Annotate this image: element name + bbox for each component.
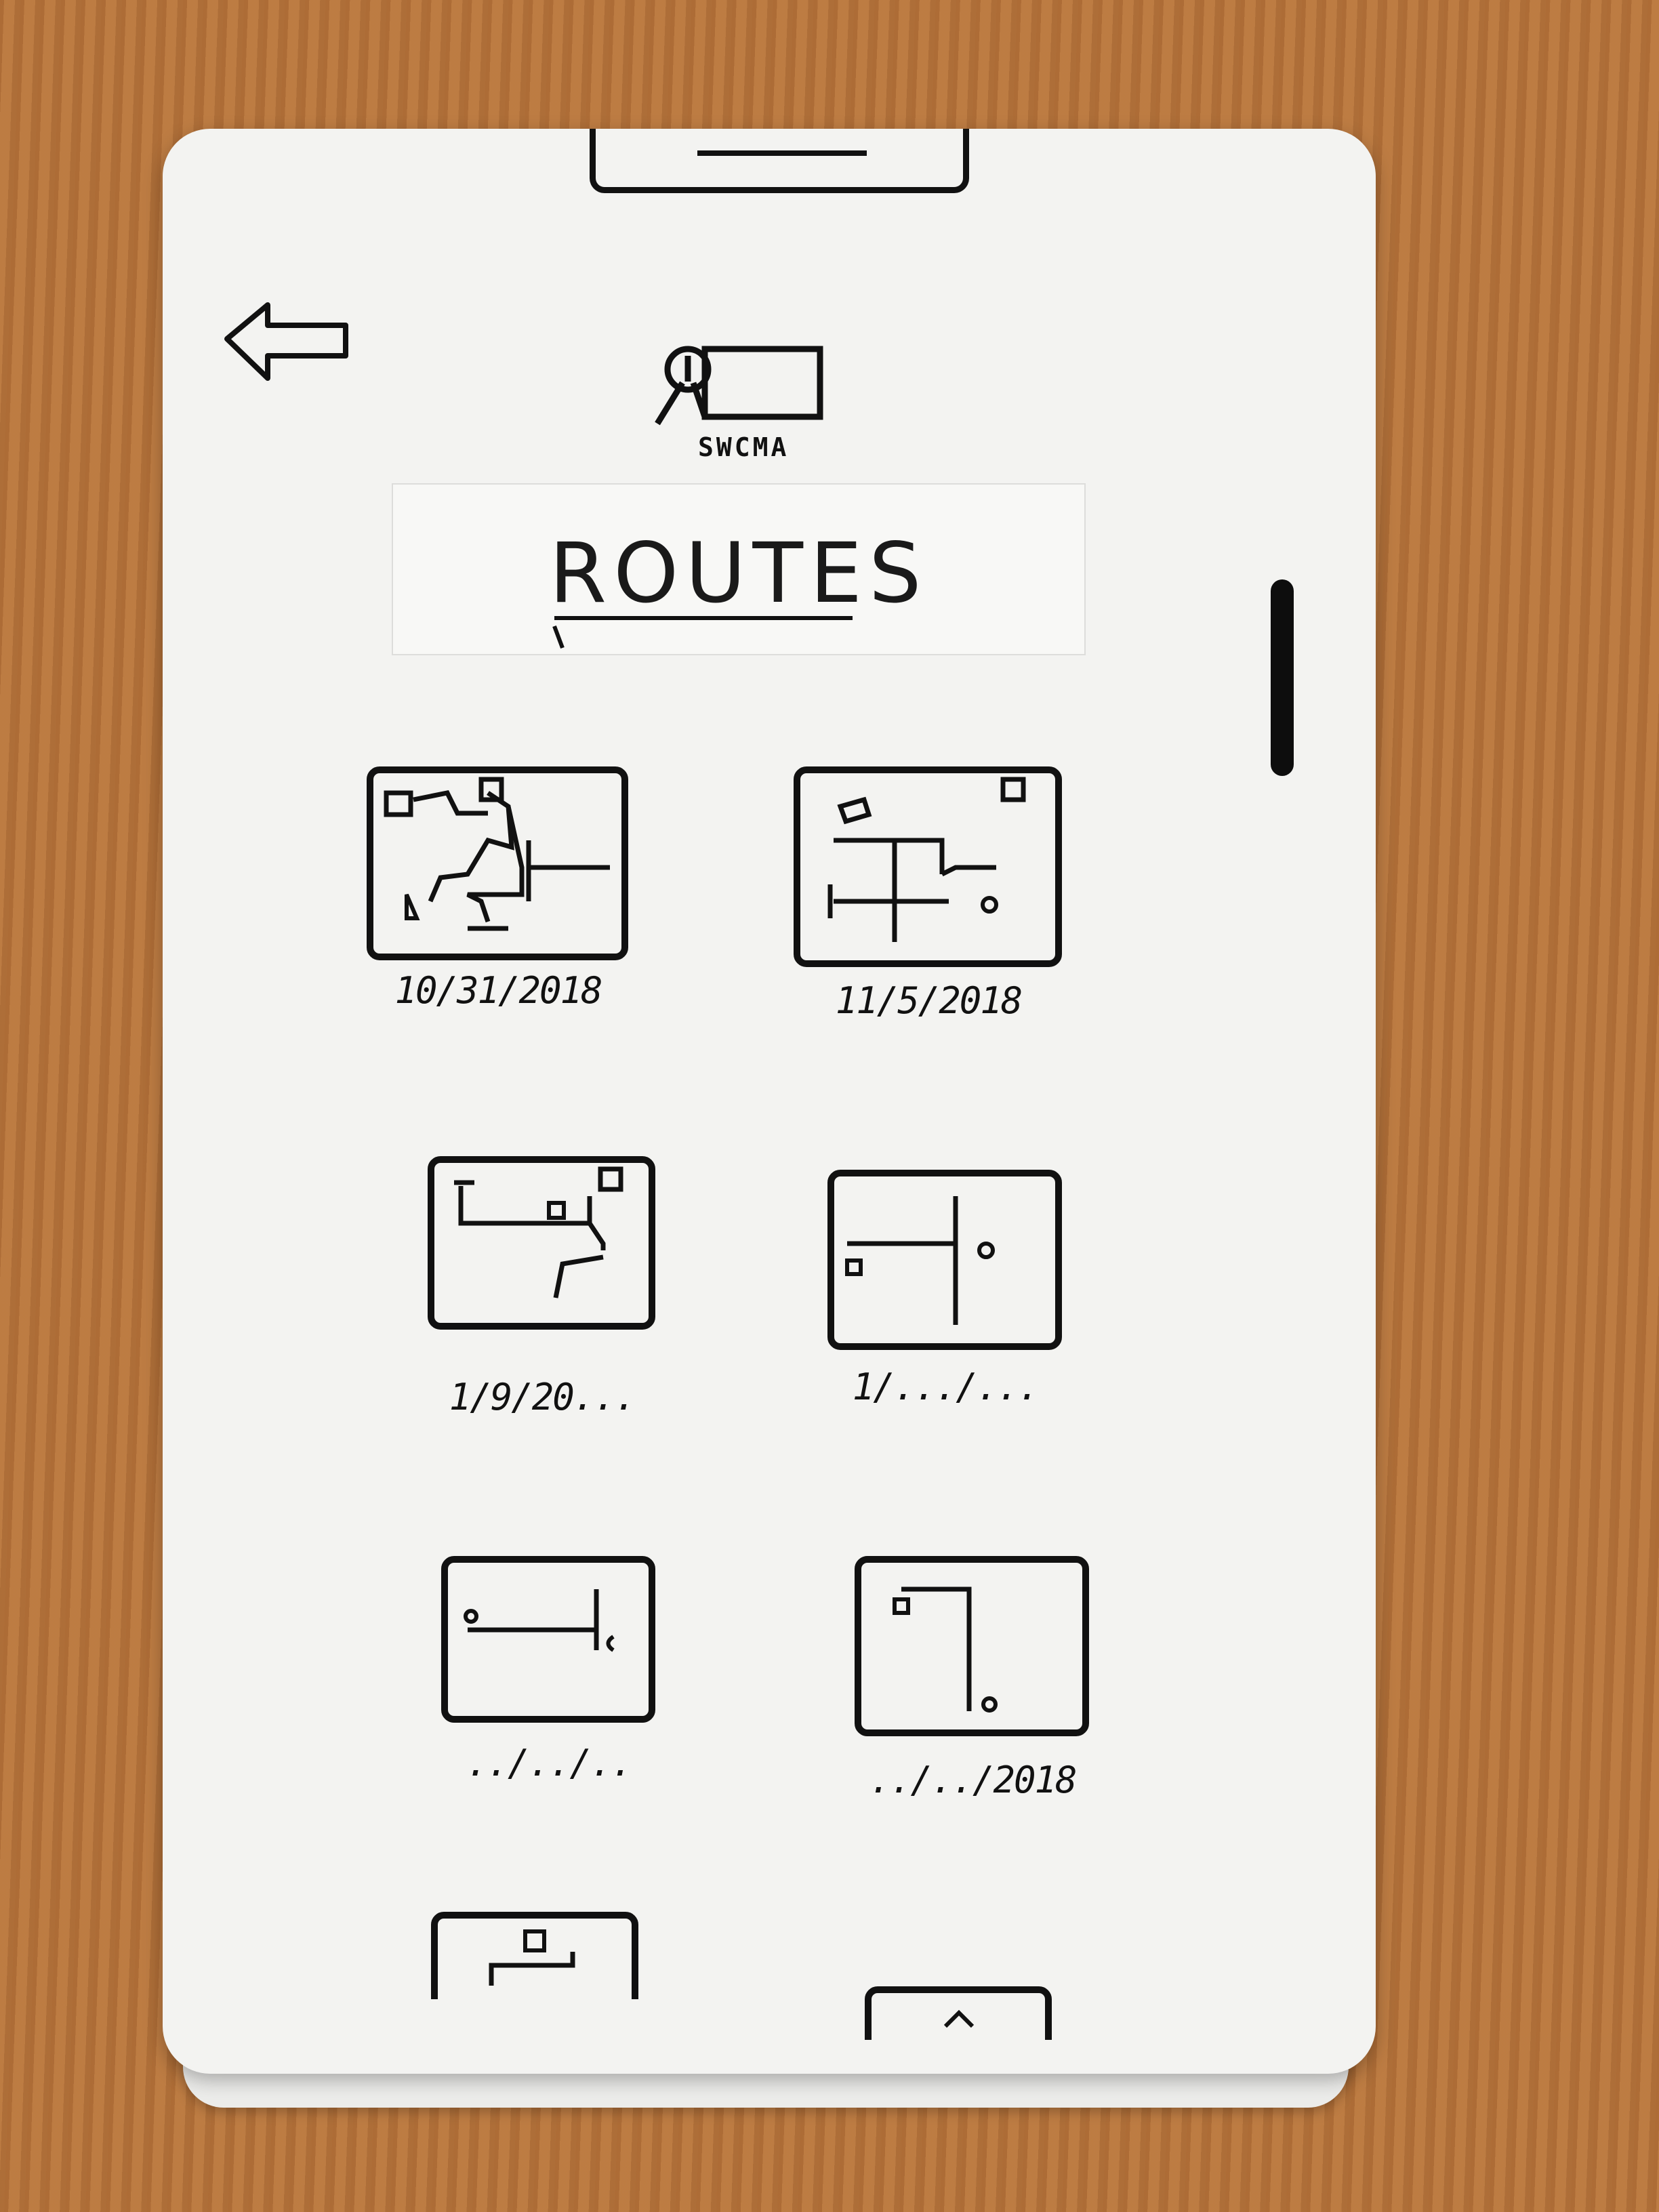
route-date: 1/9/20... — [449, 1376, 637, 1418]
scrollbar-thumb[interactable] — [1271, 579, 1294, 776]
route-card[interactable]: 11/5/2018 — [793, 766, 1064, 1064]
route-map-thumbnail — [794, 766, 1062, 967]
back-arrow-icon[interactable] — [220, 298, 356, 386]
route-map-thumbnail — [855, 1556, 1089, 1736]
title-underline — [552, 616, 853, 649]
page-title: ROUTES — [549, 525, 928, 621]
route-card[interactable]: ../../2018 — [854, 1555, 1091, 1826]
route-date: 10/31/2018 — [394, 969, 602, 1012]
route-map-thumbnail — [367, 766, 628, 960]
route-card-partial[interactable] — [430, 1911, 640, 1999]
route-date: ../../2018 — [869, 1759, 1077, 1801]
route-date: 1/.../... — [852, 1366, 1040, 1408]
route-map-thumbnail — [827, 1170, 1062, 1350]
phone-notch — [590, 129, 969, 193]
route-date: 11/5/2018 — [835, 979, 1023, 1022]
route-map-thumbnail — [428, 1156, 655, 1330]
title-card: ROUTES — [393, 485, 1084, 654]
route-card-partial[interactable] — [864, 1986, 1054, 2040]
route-map-thumbnail — [431, 1912, 638, 1999]
route-map-thumbnail — [865, 1986, 1052, 2040]
route-date: ../../.. — [466, 1742, 633, 1784]
route-map-thumbnail — [441, 1556, 655, 1723]
route-card[interactable]: 10/31/2018 — [366, 766, 630, 1064]
route-card[interactable]: ../../.. — [441, 1555, 657, 1813]
route-card[interactable]: 1/9/20... — [427, 1155, 657, 1454]
speaker-grille — [697, 150, 867, 156]
logo-text: SWCMA — [698, 432, 790, 462]
route-card[interactable]: 1/.../... — [827, 1169, 1064, 1454]
